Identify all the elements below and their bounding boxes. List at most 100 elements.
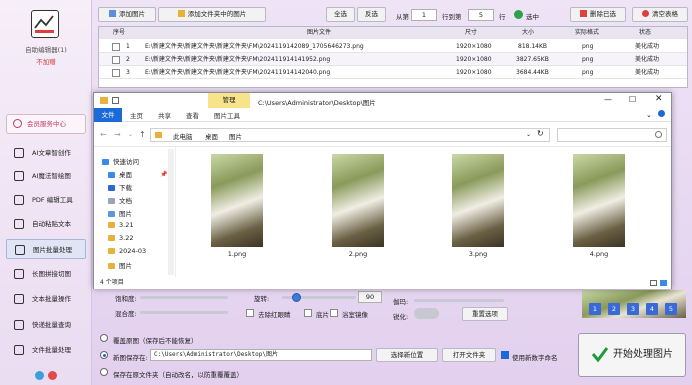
unregistered-label[interactable]: 不加赠	[0, 56, 92, 66]
search-input[interactable]	[557, 128, 667, 142]
rotate-slider-knob[interactable]	[292, 293, 301, 302]
gamma-slider[interactable]	[414, 299, 504, 302]
file-name[interactable]: 4.png	[569, 250, 629, 258]
manage-tab[interactable]: 管理	[208, 93, 250, 108]
item-count: 4 个项目	[100, 279, 124, 286]
chevron-down-icon[interactable]: ⌄	[646, 111, 652, 119]
choose-location-button[interactable]: 选择新位置	[376, 348, 438, 362]
row-checkbox[interactable]	[112, 69, 120, 77]
page-button-2[interactable]: 2	[608, 303, 620, 315]
sidebar-item-pdf[interactable]: PDF 编辑工具	[6, 190, 86, 210]
nav-folder-2024-03[interactable]: 2024-03	[108, 247, 146, 255]
file-name[interactable]: 3.png	[448, 250, 508, 258]
open-folder-button[interactable]: 打开文件夹	[442, 348, 496, 362]
table-row[interactable]: 1 E:\新建文件夹\新建文件夹\新建文件夹\FM\2024119142089_…	[99, 40, 687, 53]
maximize-icon[interactable]: ☐	[629, 95, 636, 104]
close-icon[interactable]: ✕	[655, 94, 663, 104]
breadcrumb-this-pc[interactable]: 此电脑	[173, 131, 193, 141]
properties-icon[interactable]	[112, 97, 119, 104]
chevron-down-icon[interactable]: ⌄	[128, 131, 133, 138]
file-name[interactable]: 2.png	[328, 250, 388, 258]
use-new-digit-name-checkbox[interactable]	[501, 351, 509, 359]
nav-desktop[interactable]: 桌面	[108, 169, 132, 179]
add-image-button[interactable]: 添加图片	[98, 7, 156, 22]
sidebar-item-ai-drawing[interactable]: AI魔法智绘图	[6, 166, 86, 186]
details-view-icon[interactable]	[650, 280, 657, 286]
tab-file[interactable]: 文件	[94, 108, 122, 122]
from-row-input[interactable]: 1	[411, 9, 437, 21]
minimize-icon[interactable]	[35, 371, 44, 380]
tab-share[interactable]: 共享	[158, 110, 171, 120]
scrollbar[interactable]	[168, 149, 174, 275]
minimize-icon[interactable]: —	[604, 95, 612, 104]
clear-table-button[interactable]: 清空表格	[632, 7, 688, 22]
chevron-down-icon[interactable]: ⌄	[526, 131, 531, 138]
page-button-1[interactable]: 1	[589, 303, 601, 315]
image-thumbnail[interactable]	[211, 154, 263, 247]
save-to-radio[interactable]	[100, 351, 108, 359]
rotate-value[interactable]: 90	[358, 291, 382, 303]
sidebar-item-long-image[interactable]: 长图拼接切图	[6, 264, 86, 284]
film-checkbox[interactable]	[304, 309, 312, 317]
breadcrumb-pictures[interactable]: 图片	[229, 131, 242, 141]
to-row-label: 行到第	[442, 13, 462, 21]
table-row[interactable]: 2 E:\新建文件夹\新建文件夹\新建文件夹\FM\20241191414195…	[99, 53, 687, 66]
start-processing-button[interactable]: 开始处理图片	[578, 333, 686, 377]
nav-quick-access[interactable]: 快速访问	[102, 156, 139, 166]
image-thumbnail[interactable]	[452, 154, 504, 247]
address-bar[interactable]: 此电脑 桌面 图片	[150, 128, 550, 142]
page-button-3[interactable]: 3	[627, 303, 639, 315]
sidebar-item-auto-paste[interactable]: 自动粘贴文本	[6, 214, 86, 234]
back-icon[interactable]: ←	[100, 130, 107, 139]
sidebar-item-image-batch[interactable]: 图片批量处理	[6, 239, 86, 259]
nav-folder-322[interactable]: 3.22	[108, 234, 133, 242]
up-icon[interactable]: ↑	[139, 130, 146, 139]
blend-slider[interactable]	[140, 311, 228, 314]
help-icon[interactable]	[658, 110, 665, 117]
overwrite-label: 覆盖原图（保存后不能恢复）	[113, 337, 198, 345]
save-path-input[interactable]: C:\Users\Administrator\Desktop\图片	[150, 349, 372, 361]
image-thumbnail[interactable]	[573, 154, 625, 247]
remove-red-eye-checkbox[interactable]	[246, 309, 254, 317]
search-icon	[655, 131, 662, 138]
to-row-input[interactable]: 5	[468, 9, 494, 21]
forward-icon[interactable]: →	[114, 130, 121, 139]
select-all-button[interactable]: 全选	[326, 7, 355, 22]
row-no: 3	[126, 69, 130, 76]
nav-downloads[interactable]: 下载	[108, 182, 132, 192]
sidebar-item-express[interactable]: 快递批量查询	[6, 315, 86, 335]
sharpen-toggle[interactable]	[414, 308, 439, 319]
nav-documents[interactable]: 文档	[108, 195, 132, 205]
table-row[interactable]: 3 E:\新建文件夹\新建文件夹\新建文件夹\FM\20241191414204…	[99, 66, 687, 79]
row-checkbox[interactable]	[112, 43, 120, 51]
image-thumbnail[interactable]	[332, 154, 384, 247]
breadcrumb-desktop[interactable]: 桌面	[205, 131, 218, 141]
tab-home[interactable]: 主页	[130, 110, 143, 120]
sidebar-item-ai-writing[interactable]: AI文章智创作	[6, 143, 86, 163]
overwrite-radio[interactable]	[100, 334, 108, 342]
add-folder-images-button[interactable]: 添加文件夹中的图片	[158, 7, 266, 22]
row-checkbox[interactable]	[112, 56, 120, 64]
page-button-4[interactable]: 4	[646, 303, 658, 315]
row-no: 1	[126, 43, 130, 50]
brightness-slider[interactable]	[140, 296, 228, 299]
nav-pictures[interactable]: 图片	[108, 208, 132, 218]
delete-selected-button[interactable]: 删除已选	[570, 7, 626, 22]
bath-mirror-checkbox[interactable]	[330, 309, 338, 317]
tab-view[interactable]: 查看	[186, 110, 199, 120]
save-in-original-radio[interactable]	[100, 368, 108, 376]
refresh-icon[interactable]: ↻	[537, 129, 544, 138]
close-icon[interactable]	[48, 371, 57, 380]
large-icons-view-icon[interactable]	[660, 280, 667, 286]
nav-folder-pictures[interactable]: 图片	[108, 260, 132, 270]
page-button-5[interactable]: 5	[665, 303, 677, 315]
sidebar-item-file-batch[interactable]: 文件批量处理	[6, 340, 86, 360]
file-name[interactable]: 1.png	[207, 250, 267, 258]
reset-options-button[interactable]: 重置选项	[462, 307, 508, 321]
nav-folder-321[interactable]: 3.21	[108, 221, 133, 229]
select-range-button[interactable]: 选中	[526, 11, 539, 21]
service-center-button[interactable]: 会员服务中心	[6, 114, 86, 134]
sidebar-item-text-batch[interactable]: 文本批量操作	[6, 289, 86, 309]
invert-selection-button[interactable]: 反选	[357, 7, 386, 22]
tab-picture-tools[interactable]: 图片工具	[214, 110, 240, 120]
